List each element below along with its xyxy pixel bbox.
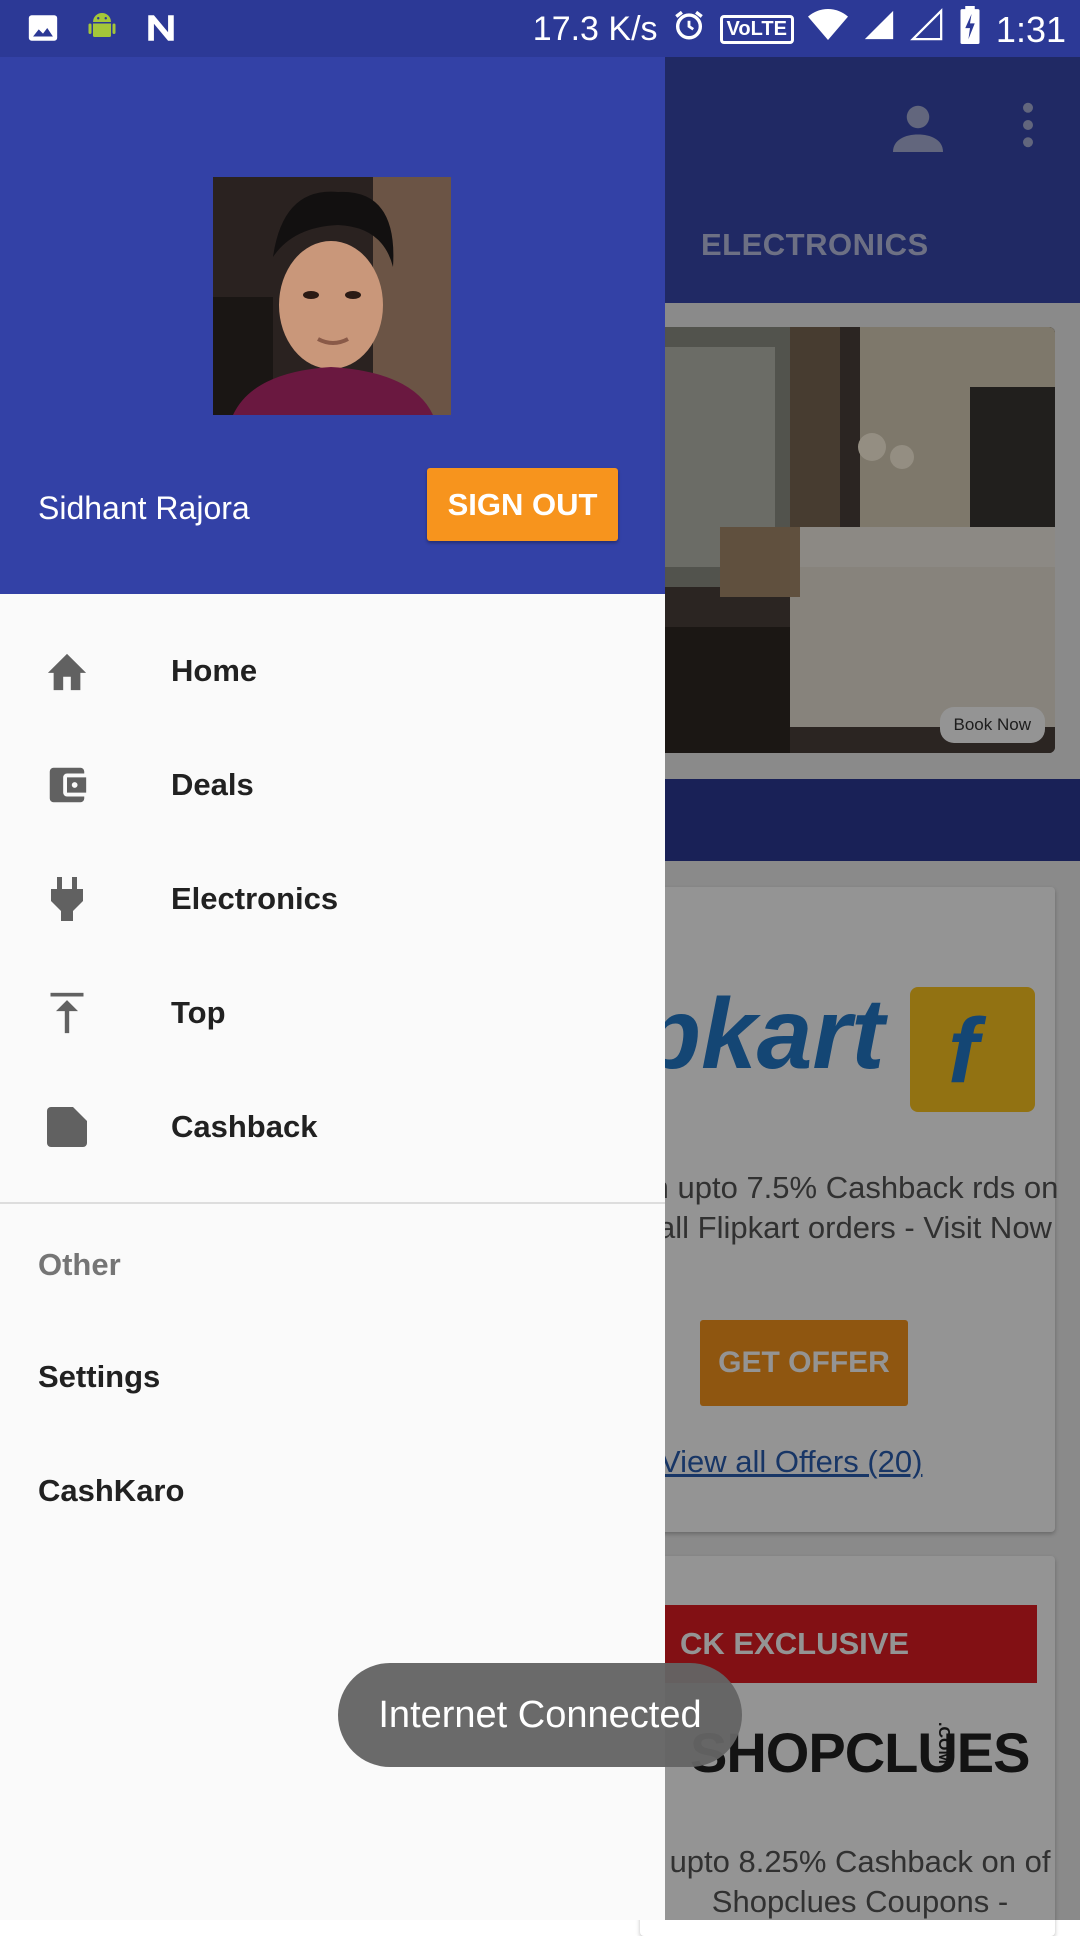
drawer-item-label: Deals xyxy=(171,767,254,802)
wallet-icon xyxy=(42,760,92,810)
avatar[interactable] xyxy=(213,177,451,415)
drawer-item-home[interactable]: Home xyxy=(0,614,665,728)
drawer-item-deals[interactable]: Deals xyxy=(0,728,665,842)
toast-message: Internet Connected xyxy=(338,1663,742,1767)
image-notification-icon xyxy=(26,11,60,50)
drawer-item-electronics[interactable]: Electronics xyxy=(0,842,665,956)
drawer-item-cashkaro[interactable]: CashKaro xyxy=(38,1473,184,1509)
drawer-item-settings[interactable]: Settings xyxy=(38,1359,160,1395)
battery-charging-icon xyxy=(958,6,982,53)
label-icon xyxy=(42,1102,92,1152)
plug-icon xyxy=(42,874,92,924)
drawer-item-cashback[interactable]: Cashback xyxy=(0,1070,665,1184)
sign-out-button[interactable]: SIGN OUT xyxy=(427,468,618,541)
drawer-item-label: Electronics xyxy=(171,881,339,916)
drawer-header: Sidhant Rajora SIGN OUT xyxy=(0,57,665,594)
user-name: Sidhant Rajora xyxy=(38,490,250,526)
network-speed: 17.3 K/s xyxy=(532,10,658,48)
drawer-item-label: Home xyxy=(171,653,258,688)
vertical-align-top-icon xyxy=(42,988,92,1038)
signal-empty-icon xyxy=(910,8,944,51)
wifi-icon xyxy=(807,8,848,51)
clock: 1:31 xyxy=(995,8,1066,50)
drawer-item-top[interactable]: Top xyxy=(0,956,665,1070)
drawer-item-label: Top xyxy=(171,995,226,1030)
section-title-other: Other xyxy=(38,1247,121,1282)
volte-badge: VoLTE xyxy=(719,15,794,44)
signal-icon xyxy=(862,8,896,51)
android-notification-icon xyxy=(84,10,120,51)
alarm-icon xyxy=(672,8,706,51)
home-icon xyxy=(42,646,92,696)
drawer-divider xyxy=(0,1202,665,1204)
navigation-drawer: Sidhant Rajora SIGN OUT Home Deals Elect… xyxy=(0,57,665,1920)
drawer-item-label: Cashback xyxy=(171,1109,318,1144)
status-bar: 17.3 K/s VoLTE 1:31 xyxy=(0,0,1080,57)
n-notification-icon xyxy=(144,11,178,50)
